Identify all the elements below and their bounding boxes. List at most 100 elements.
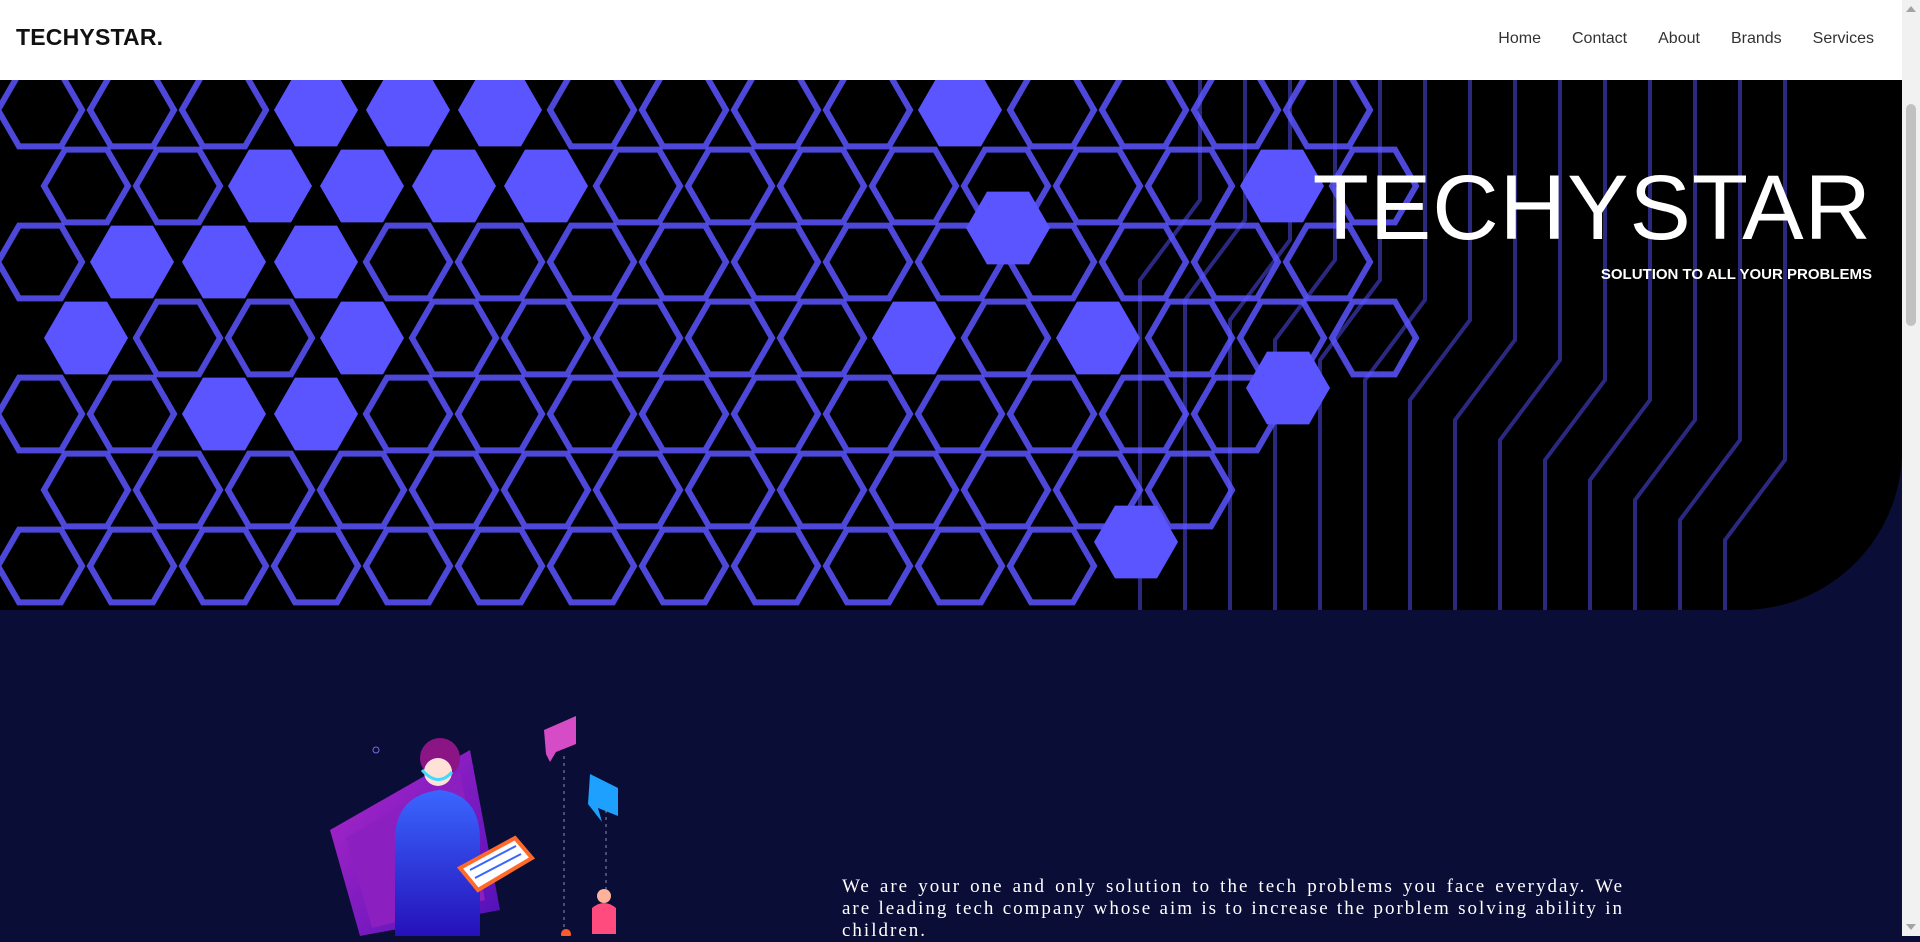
hexagon-shape bbox=[1282, 80, 1374, 150]
hexagon-shape bbox=[638, 374, 730, 454]
hexagon-shape bbox=[822, 80, 914, 150]
hexagon-shape bbox=[1240, 149, 1324, 223]
hexagon-shape bbox=[730, 222, 822, 302]
scroll-up-arrow-icon[interactable] bbox=[1906, 6, 1916, 12]
nav-link-about[interactable]: About bbox=[1658, 30, 1700, 48]
hexagon-shape bbox=[504, 149, 588, 223]
hexagon-shape bbox=[454, 374, 546, 454]
hexagon-shape bbox=[316, 450, 408, 530]
hexagon-shape bbox=[86, 374, 178, 454]
hero-banner: TECHYSTAR SOLUTION TO ALL YOUR PROBLEMS bbox=[0, 80, 1902, 610]
hexagon-shape bbox=[776, 450, 868, 530]
hexagon-shape bbox=[274, 377, 358, 451]
nav-link-contact[interactable]: Contact bbox=[1572, 30, 1627, 48]
hexagon-shape bbox=[914, 526, 1006, 606]
hexagon-shape bbox=[546, 80, 638, 150]
hexagon-shape bbox=[546, 222, 638, 302]
hexagon-shape bbox=[872, 301, 956, 375]
hexagon-shape bbox=[1190, 80, 1282, 150]
hexagon-shape bbox=[0, 222, 86, 302]
hexagon-shape bbox=[1144, 298, 1236, 378]
hexagon-shape bbox=[500, 450, 592, 530]
hexagon-shape bbox=[918, 80, 1002, 147]
hexagon-shape bbox=[1098, 222, 1190, 302]
hexagon-shape bbox=[274, 80, 358, 147]
hexagon-shape bbox=[182, 225, 266, 299]
hexagon-shape bbox=[776, 298, 868, 378]
hero-title: TECHYSTAR bbox=[1312, 157, 1872, 259]
hexagon-shape bbox=[1006, 374, 1098, 454]
hexagon-shape bbox=[270, 526, 362, 606]
hexagon-shape bbox=[776, 146, 868, 226]
hexagon-shape bbox=[500, 298, 592, 378]
hexagon-shape bbox=[362, 526, 454, 606]
hexagon-shape bbox=[730, 374, 822, 454]
hexagon-shape bbox=[86, 80, 178, 150]
hexagon-shape bbox=[362, 374, 454, 454]
hexagon-shape bbox=[224, 450, 316, 530]
hexagon-shape bbox=[822, 526, 914, 606]
nav-link-home[interactable]: Home bbox=[1498, 30, 1541, 48]
scrollbar-thumb[interactable] bbox=[1906, 104, 1916, 326]
hexagon-shape bbox=[40, 146, 132, 226]
hexagon-shape bbox=[868, 450, 960, 530]
hexagon-shape bbox=[1328, 298, 1420, 378]
hexagon-shape bbox=[730, 80, 822, 150]
hexagon-shape bbox=[868, 146, 960, 226]
hexagon-shape bbox=[458, 80, 542, 147]
hexagon-shape bbox=[408, 298, 500, 378]
hexagon-shape bbox=[320, 149, 404, 223]
hexagon-shape bbox=[412, 149, 496, 223]
hexagon-shape bbox=[320, 301, 404, 375]
hexagon-shape bbox=[86, 526, 178, 606]
nav-link-services[interactable]: Services bbox=[1813, 30, 1874, 48]
hexagon-shape bbox=[1246, 351, 1330, 425]
hexagon-shape bbox=[684, 450, 776, 530]
hexagon-shape bbox=[546, 374, 638, 454]
hexagon-shape bbox=[454, 222, 546, 302]
nav-links: Home Contact About Brands Services bbox=[1467, 0, 1874, 78]
hexagon-shape bbox=[0, 526, 86, 606]
hexagon-shape bbox=[44, 301, 128, 375]
hexagon-shape bbox=[1052, 146, 1144, 226]
hexagon-shape bbox=[960, 450, 1052, 530]
hexagon-shape bbox=[914, 374, 1006, 454]
hexagon-shape bbox=[592, 298, 684, 378]
hexagon-shape bbox=[0, 374, 86, 454]
hexagon-shape bbox=[684, 146, 776, 226]
nav-link-brands[interactable]: Brands bbox=[1731, 30, 1782, 48]
hexagon-shape bbox=[274, 225, 358, 299]
hexagon-shape bbox=[638, 526, 730, 606]
hexagon-shape bbox=[454, 526, 546, 606]
hexagon-shape bbox=[408, 450, 500, 530]
hexagon-shape bbox=[730, 526, 822, 606]
about-text: We are your one and only solution to the… bbox=[842, 876, 1624, 941]
hexagon-shape bbox=[182, 377, 266, 451]
hexagon-shape bbox=[132, 450, 224, 530]
hexagon-shape bbox=[822, 222, 914, 302]
hexagon-shape bbox=[362, 222, 454, 302]
hero-subtitle: SOLUTION TO ALL YOUR PROBLEMS bbox=[1600, 266, 1872, 283]
hexagon-shape bbox=[1098, 374, 1190, 454]
hexagon-shape bbox=[1098, 80, 1190, 150]
hexagon-shape bbox=[684, 298, 776, 378]
hexagon-shape bbox=[1006, 80, 1098, 150]
hexagon-shape bbox=[592, 450, 684, 530]
hexagon-shape bbox=[132, 298, 224, 378]
hexagon-shape bbox=[228, 149, 312, 223]
vertical-scrollbar[interactable] bbox=[1902, 0, 1920, 936]
navbar: TECHYSTAR. Home Contact About Brands Ser… bbox=[0, 0, 1902, 80]
hexagon-shape bbox=[1006, 526, 1098, 606]
scroll-down-arrow-icon[interactable] bbox=[1906, 924, 1916, 930]
hexagon-shape bbox=[224, 298, 316, 378]
hexagon-shape bbox=[638, 222, 730, 302]
hexagon-shape bbox=[178, 526, 270, 606]
hexagon-shape bbox=[1056, 301, 1140, 375]
hexagon-shape bbox=[178, 80, 270, 150]
hexagon-shape bbox=[960, 298, 1052, 378]
brand-logo[interactable]: TECHYSTAR. bbox=[16, 24, 163, 51]
hexagon-shape bbox=[592, 146, 684, 226]
hexagon-shape bbox=[1190, 222, 1282, 302]
hexagon-shape bbox=[40, 450, 132, 530]
hexagon-shape bbox=[0, 80, 86, 150]
